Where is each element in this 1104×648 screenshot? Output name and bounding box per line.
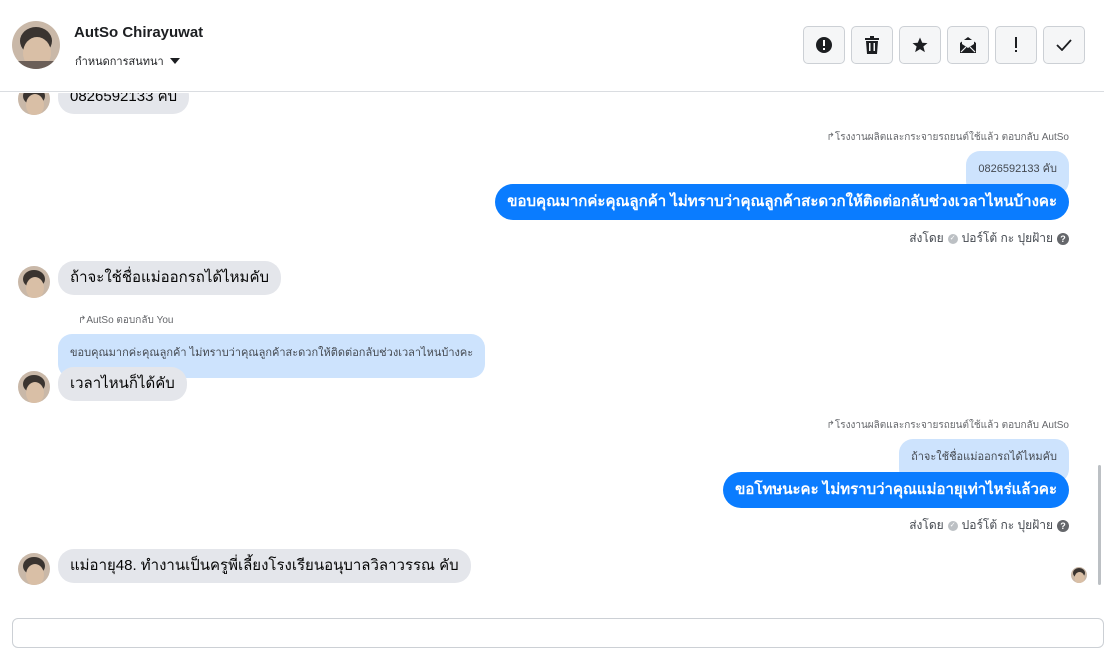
- seen-receipt-avatar: [1071, 567, 1087, 583]
- caret-down-icon: [169, 58, 180, 64]
- star-icon: [912, 37, 928, 53]
- message-composer[interactable]: [12, 618, 1104, 648]
- help-icon[interactable]: ?: [1057, 232, 1069, 245]
- conversation-toolbar: [803, 26, 1085, 64]
- star-button[interactable]: [899, 26, 941, 64]
- outgoing-message[interactable]: ขอโทษนะคะ ไม่ทราบว่าคุณแม่อายุเท่าไหร่แล…: [723, 472, 1069, 508]
- message-thread[interactable]: 0826592133 คับ ↱โรงงานผลิตและกระจายรถยนต…: [0, 93, 1104, 623]
- sent-by-info: ส่งโดย ✓ ปอร์โต้ กะ ปุยฝ้าย ?: [909, 229, 1069, 248]
- mark-done-button[interactable]: [1043, 26, 1085, 64]
- follow-up-button[interactable]: [995, 26, 1037, 64]
- alert-circle-icon: [816, 37, 832, 53]
- conversation-header: AutSo Chirayuwat กำหนดการสนทนา: [0, 0, 1104, 92]
- sender-avatar: [18, 93, 50, 115]
- report-spam-button[interactable]: [803, 26, 845, 64]
- reply-arrow-icon: ↱: [826, 420, 835, 431]
- contact-avatar[interactable]: [12, 21, 60, 69]
- sender-avatar: [18, 266, 50, 298]
- assign-label: กำหนดการสนทนา: [75, 56, 164, 68]
- assign-conversation-dropdown[interactable]: กำหนดการสนทนา: [75, 52, 180, 70]
- reply-arrow-icon: ↱: [826, 132, 835, 143]
- contact-name[interactable]: AutSo Chirayuwat: [74, 24, 203, 41]
- sent-by-info: ส่งโดย ✓ ปอร์โต้ กะ ปุยฝ้าย ?: [909, 516, 1069, 535]
- sender-avatar: [18, 553, 50, 585]
- reply-note: ↱โรงงานผลิตและกระจายรถยนต์ใช้แล้ว ตอบกลั…: [826, 420, 1069, 431]
- outgoing-message[interactable]: ขอบคุณมากค่ะคุณลูกค้า ไม่ทราบว่าคุณลูกค้…: [495, 184, 1069, 220]
- check-icon: [1056, 39, 1072, 51]
- mark-unread-icon: [960, 37, 976, 53]
- incoming-message[interactable]: 0826592133 คับ: [58, 93, 190, 114]
- incoming-message[interactable]: แม่อายุ48. ทำงานเป็นครูพี่เลี้ยงโรงเรียน…: [58, 549, 471, 583]
- page-badge-icon: ✓: [947, 520, 958, 531]
- thread-scrollbar[interactable]: [1098, 465, 1101, 585]
- incoming-message[interactable]: ถ้าจะใช้ชื่อแม่ออกรถได้ไหมคับ: [58, 261, 281, 295]
- help-icon[interactable]: ?: [1057, 519, 1069, 532]
- trash-icon: [865, 36, 879, 54]
- delete-button[interactable]: [851, 26, 893, 64]
- page-badge-icon: ✓: [947, 233, 958, 244]
- mark-unread-button[interactable]: [947, 26, 989, 64]
- reply-note: ↱โรงงานผลิตและกระจายรถยนต์ใช้แล้ว ตอบกลั…: [826, 132, 1069, 143]
- sender-avatar: [18, 371, 50, 403]
- exclamation-icon: [1015, 37, 1017, 52]
- reply-note: ↱AutSo ตอบกลับ You: [78, 315, 174, 326]
- incoming-message[interactable]: เวลาไหนก็ได้คับ: [58, 367, 187, 401]
